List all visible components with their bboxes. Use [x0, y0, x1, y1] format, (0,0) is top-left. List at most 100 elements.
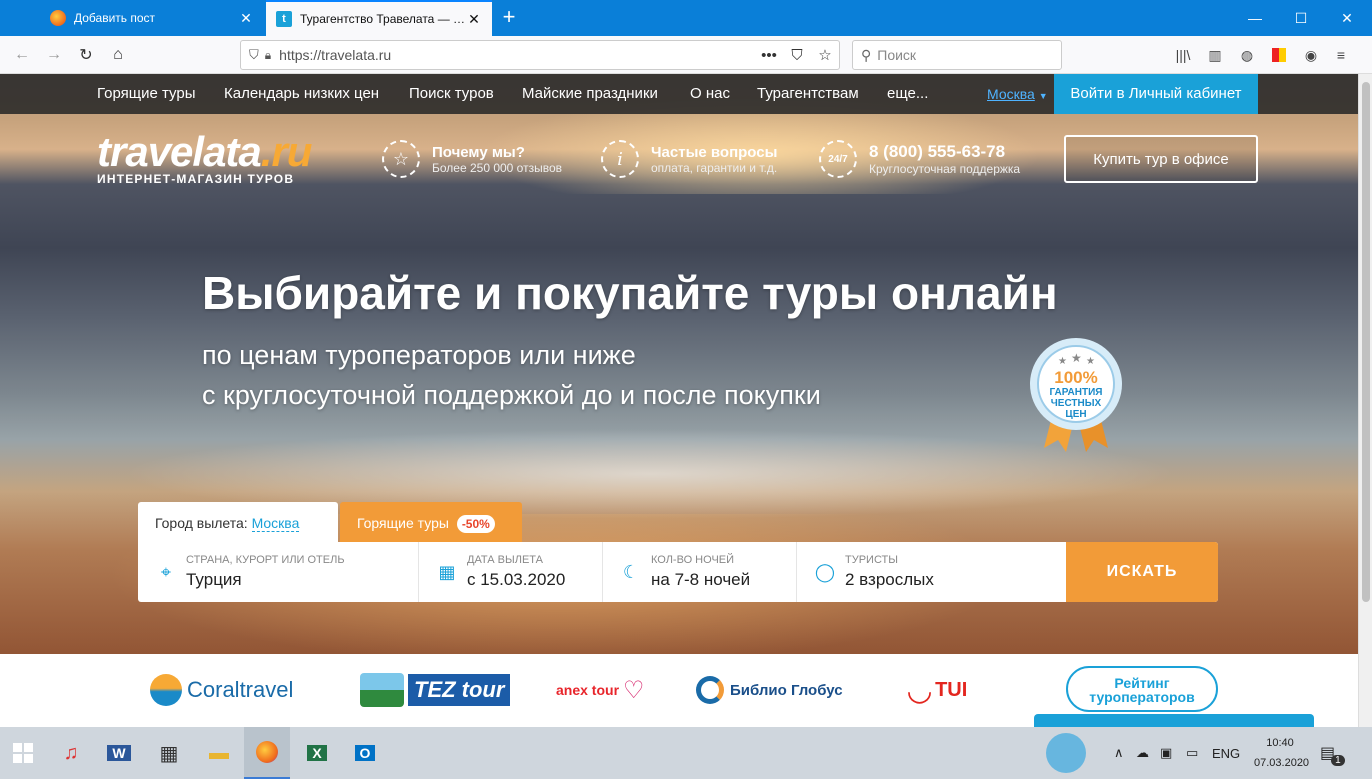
badge-line-2: ЧЕСТНЫХ	[1050, 398, 1102, 409]
close-icon[interactable]: ✕	[238, 10, 254, 27]
field-value[interactable]: на 7-8 ночей	[651, 570, 750, 590]
field-value[interactable]: 2 взрослых	[845, 570, 934, 590]
scrollbar-thumb[interactable]	[1362, 82, 1370, 602]
account-icon[interactable]: ◉	[1300, 44, 1322, 66]
close-window-button[interactable]: ✕	[1324, 0, 1370, 36]
heart-icon: ♡	[623, 676, 645, 704]
partner-tui[interactable]: ◡ TUI	[908, 670, 967, 710]
field-value[interactable]: Турция	[186, 570, 345, 590]
info-icon: i	[601, 140, 639, 178]
dropdown-arrow-icon: ▼	[1038, 91, 1048, 101]
city-selector[interactable]: Москва ▼	[987, 74, 1048, 114]
feature-phone[interactable]: 24/7 8 (800) 555-63-78 Круглосуточная под…	[819, 140, 1020, 178]
battery-icon[interactable]: ▭	[1186, 727, 1198, 779]
cortana-orb-icon[interactable]	[1046, 733, 1086, 773]
sidebar-icon[interactable]: ▥	[1204, 44, 1226, 66]
badge-percent: 100%	[1054, 368, 1098, 387]
tab-departure-city[interactable]: Город вылета: Москва	[138, 502, 338, 542]
clock[interactable]: 10:40 07.03.2020	[1254, 733, 1309, 773]
calculator-taskbar-button[interactable]: ▦	[146, 727, 192, 779]
tourists-field[interactable]: ◯ Туристы 2 взрослых	[797, 542, 1066, 602]
nav-calendar[interactable]: Календарь низких цен	[224, 74, 379, 114]
word-taskbar-button[interactable]: W	[96, 727, 142, 779]
site-logo[interactable]: travelata.ru ИНТЕРНЕТ-МАГАЗИН ТУРОВ	[97, 130, 312, 187]
pocket-icon[interactable]: ⛉	[783, 47, 811, 64]
nav-hot-tours[interactable]: Горящие туры	[97, 74, 195, 114]
tab-label: Турагентство Травелата — в Москве	[300, 12, 466, 26]
home-button[interactable]: ⌂	[104, 41, 132, 69]
language-indicator[interactable]: ENG	[1212, 727, 1240, 779]
browser-search-input[interactable]: ⚲ Поиск	[852, 40, 1062, 70]
logo-tagline: ИНТЕРНЕТ-МАГАЗИН ТУРОВ	[97, 172, 295, 186]
departure-city[interactable]: Москва	[251, 515, 300, 532]
tab-travelata[interactable]: t Турагентство Травелата — в Москве ✕	[266, 0, 492, 36]
url-text[interactable]: https://travelata.ru	[279, 47, 755, 63]
word-icon: W	[107, 745, 131, 761]
search-placeholder: Поиск	[877, 47, 917, 63]
reload-button[interactable]: ↻	[72, 41, 100, 69]
browser-tab-bar: Добавить пост ✕ t Турагентство Травелата…	[0, 0, 1372, 36]
bookmark-star-icon[interactable]: ☆	[811, 46, 839, 64]
feature-faq[interactable]: i Частые вопросы оплата, гарантии и т.д.	[601, 140, 777, 178]
field-value[interactable]: с 15.03.2020	[467, 570, 565, 590]
nav-more[interactable]: еще...	[887, 74, 928, 114]
clock-24-icon: 24/7	[819, 140, 857, 178]
nights-field[interactable]: ☾ Кол-во ночей на 7-8 ночей	[603, 542, 797, 602]
operators-rating-button[interactable]: Рейтинг туроператоров	[1066, 666, 1218, 712]
url-bar[interactable]: ⛉ 🔒︎ https://travelata.ru ••• ⛉ ☆	[240, 40, 840, 70]
partner-biblio-globus[interactable]: Библио Глобус	[696, 670, 843, 710]
search-button[interactable]: ИСКАТЬ	[1066, 542, 1218, 602]
partner-name: TEZ tour	[408, 674, 511, 706]
back-button[interactable]: ←	[8, 41, 36, 69]
page-actions-icon[interactable]: •••	[755, 47, 783, 64]
explorer-taskbar-button[interactable]: ▬	[196, 727, 242, 779]
nav-about[interactable]: О нас	[690, 74, 730, 114]
tray-chevron-icon[interactable]: ∧	[1114, 727, 1124, 779]
nav-tour-search[interactable]: Поиск туров	[409, 74, 494, 114]
feature-why-us[interactable]: ☆ Почему мы? Более 250 000 отзывов	[382, 140, 562, 178]
hot-tours-label: Горящие туры	[357, 515, 449, 531]
partner-name: TUI	[935, 678, 968, 701]
nav-agencies[interactable]: Турагентствам	[757, 74, 859, 114]
tui-smile-icon: ◡	[908, 673, 932, 707]
firefox-taskbar-button[interactable]	[244, 727, 290, 779]
onedrive-icon[interactable]: ☁	[1136, 727, 1149, 779]
library-icon[interactable]: |||\	[1172, 44, 1194, 66]
calculator-icon: ▦	[159, 742, 179, 765]
nav-may-holidays[interactable]: Майские праздники	[522, 74, 658, 114]
tab-add-post[interactable]: Добавить пост ✕	[40, 0, 264, 36]
destination-field[interactable]: ⌖ Страна, курорт или отель Турция	[138, 542, 419, 602]
excel-taskbar-button[interactable]: X	[294, 727, 340, 779]
maximize-button[interactable]: ☐	[1278, 0, 1324, 36]
hero-subline-2: с круглосуточной поддержкой до и после п…	[202, 380, 821, 410]
departure-date-field[interactable]: ▦ Дата вылета с 15.03.2020	[419, 542, 603, 602]
windows-logo-icon	[13, 743, 33, 763]
buy-in-office-button[interactable]: Купить тур в офисе	[1064, 135, 1258, 183]
new-tab-button[interactable]: +	[496, 4, 522, 32]
menu-icon[interactable]: ≡	[1330, 44, 1352, 66]
forward-button[interactable]: →	[40, 41, 68, 69]
partner-coraltravel[interactable]: Coraltravel	[150, 670, 293, 710]
svg-text:★: ★	[1086, 356, 1095, 367]
minimize-button[interactable]: —	[1232, 0, 1278, 36]
extension-icon[interactable]	[1268, 44, 1290, 66]
start-button[interactable]	[0, 727, 46, 779]
travelata-favicon-icon: t	[276, 11, 292, 27]
partner-tez-tour[interactable]: TEZ tour	[360, 670, 511, 710]
lock-icon[interactable]: 🔒︎	[265, 48, 271, 63]
globe-icon[interactable]: ◍	[1236, 44, 1258, 66]
close-icon[interactable]: ✕	[466, 11, 482, 28]
login-cabinet-button[interactable]: Войти в Личный кабинет	[1054, 74, 1258, 114]
security-tray-icon[interactable]: ▣	[1160, 727, 1172, 779]
web-page: Горящие туры Календарь низких цен Поиск …	[0, 74, 1358, 727]
outlook-taskbar-button[interactable]: O	[342, 727, 388, 779]
itunes-taskbar-button[interactable]: ♫	[48, 727, 94, 779]
city-name[interactable]: Москва	[987, 86, 1035, 102]
chat-widget[interactable]	[1034, 714, 1314, 727]
tab-hot-tours[interactable]: Горящие туры -50%	[340, 502, 522, 542]
tracking-shield-icon[interactable]: ⛉	[249, 47, 259, 63]
notification-center-icon[interactable]: ▤ 1	[1320, 727, 1345, 779]
page-scrollbar[interactable]	[1358, 74, 1372, 727]
star-icon: ☆	[382, 140, 420, 178]
partner-anex-tour[interactable]: anex tour ♡	[556, 670, 645, 710]
